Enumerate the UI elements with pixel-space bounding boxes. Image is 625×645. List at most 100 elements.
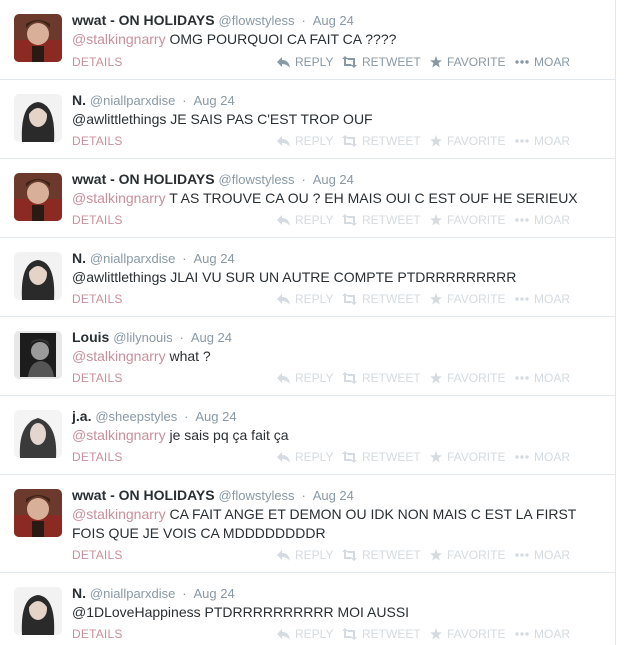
retweet-button[interactable]: RETWEET: [342, 212, 421, 228]
tweet-text: @stalkingnarry OMG POURQUOI CA FAIT CA ?…: [72, 30, 592, 49]
tweet-item[interactable]: wwat - ON HOLIDAYS @flowstyless · Aug 24…: [0, 475, 615, 573]
details-link[interactable]: DETAILS: [72, 370, 123, 386]
retweet-button[interactable]: RETWEET: [342, 54, 421, 70]
retweet-icon: [342, 372, 357, 384]
timestamp[interactable]: Aug 24: [313, 488, 354, 503]
avatar[interactable]: [14, 410, 62, 458]
fullname[interactable]: j.a.: [72, 408, 91, 424]
username[interactable]: @niallparxdise: [90, 93, 175, 108]
mention-link[interactable]: @stalkingnarry: [72, 31, 166, 47]
favorite-button[interactable]: FAVORITE: [430, 54, 505, 70]
reply-button[interactable]: REPLY: [277, 370, 333, 386]
username[interactable]: @niallparxdise: [90, 251, 175, 266]
star-icon: [430, 549, 442, 561]
details-link[interactable]: DETAILS: [72, 547, 123, 563]
username[interactable]: @lilynouis: [113, 330, 172, 345]
timestamp[interactable]: Aug 24: [193, 251, 234, 266]
avatar[interactable]: [14, 587, 62, 635]
reply-button[interactable]: REPLY: [277, 449, 333, 465]
tweet-item[interactable]: wwat - ON HOLIDAYS @flowstyless · Aug 24…: [0, 159, 615, 238]
avatar[interactable]: [14, 94, 62, 142]
favorite-button[interactable]: FAVORITE: [430, 626, 505, 642]
tweet-item[interactable]: N. @niallparxdise · Aug 24 @awlittlethin…: [0, 80, 615, 159]
reply-button[interactable]: REPLY: [277, 54, 333, 70]
favorite-button[interactable]: FAVORITE: [430, 370, 505, 386]
tweet-item[interactable]: N. @niallparxdise · Aug 24 @1DLoveHappin…: [0, 573, 615, 645]
retweet-label: RETWEET: [362, 450, 421, 464]
mention-link[interactable]: @stalkingnarry: [72, 190, 166, 206]
tweet-actions: DETAILS REPLY RETWEET FAVORITE MOAR: [72, 54, 602, 70]
tweet-item[interactable]: j.a. @sheepstyles · Aug 24 @stalkingnarr…: [0, 396, 615, 475]
avatar[interactable]: [14, 331, 62, 379]
tweet-item[interactable]: wwat - ON HOLIDAYS @flowstyless · Aug 24…: [0, 0, 615, 80]
reply-button[interactable]: REPLY: [277, 547, 333, 563]
more-button[interactable]: MOAR: [515, 291, 570, 307]
retweet-button[interactable]: RETWEET: [342, 291, 421, 307]
avatar[interactable]: [14, 252, 62, 300]
mention-link[interactable]: @stalkingnarry: [72, 348, 166, 364]
more-dots-icon: [515, 376, 529, 380]
fullname[interactable]: Louis: [72, 329, 109, 345]
details-link[interactable]: DETAILS: [72, 449, 123, 465]
details-link[interactable]: DETAILS: [72, 212, 123, 228]
timestamp[interactable]: Aug 24: [193, 93, 234, 108]
more-button[interactable]: MOAR: [515, 370, 570, 386]
mention-link[interactable]: @stalkingnarry: [72, 427, 166, 443]
reply-icon: [277, 136, 290, 147]
avatar[interactable]: [14, 489, 62, 537]
favorite-label: FAVORITE: [447, 371, 506, 385]
tweet-text: @1DLoveHappiness PTDRRRRRRRRRR MOI AUSSI: [72, 603, 592, 622]
username[interactable]: @flowstyless: [219, 172, 295, 187]
timestamp[interactable]: Aug 24: [193, 586, 234, 601]
timestamp[interactable]: Aug 24: [313, 172, 354, 187]
favorite-button[interactable]: FAVORITE: [430, 547, 505, 563]
username[interactable]: @niallparxdise: [90, 586, 175, 601]
tweet-item[interactable]: Louis @lilynouis · Aug 24 @stalkingnarry…: [0, 317, 615, 396]
timestamp[interactable]: Aug 24: [313, 13, 354, 28]
retweet-button[interactable]: RETWEET: [342, 449, 421, 465]
more-button[interactable]: MOAR: [515, 449, 570, 465]
retweet-button[interactable]: RETWEET: [342, 547, 421, 563]
timestamp[interactable]: Aug 24: [195, 409, 236, 424]
tweet-actions: DETAILS REPLY RETWEET FAVORITE MOAR: [72, 547, 602, 563]
reply-button[interactable]: REPLY: [277, 291, 333, 307]
fullname[interactable]: N.: [72, 250, 86, 266]
reply-label: REPLY: [295, 627, 334, 641]
more-button[interactable]: MOAR: [515, 212, 570, 228]
timestamp[interactable]: Aug 24: [191, 330, 232, 345]
mention-link[interactable]: @stalkingnarry: [72, 506, 166, 522]
more-button[interactable]: MOAR: [515, 626, 570, 642]
reply-button[interactable]: REPLY: [277, 626, 333, 642]
avatar[interactable]: [14, 14, 62, 62]
username[interactable]: @sheepstyles: [95, 409, 177, 424]
details-link[interactable]: DETAILS: [72, 626, 123, 642]
reply-icon: [277, 629, 290, 640]
username[interactable]: @flowstyless: [219, 488, 295, 503]
more-button[interactable]: MOAR: [515, 133, 570, 149]
fullname[interactable]: N.: [72, 92, 86, 108]
fullname[interactable]: wwat - ON HOLIDAYS: [72, 12, 215, 28]
avatar[interactable]: [14, 173, 62, 221]
more-label: MOAR: [534, 548, 570, 562]
favorite-button[interactable]: FAVORITE: [430, 133, 505, 149]
details-link[interactable]: DETAILS: [72, 133, 123, 149]
username[interactable]: @flowstyless: [219, 13, 295, 28]
fullname[interactable]: N.: [72, 585, 86, 601]
details-link[interactable]: DETAILS: [72, 54, 123, 70]
reply-label: REPLY: [295, 213, 334, 227]
details-link[interactable]: DETAILS: [72, 291, 123, 307]
fullname[interactable]: wwat - ON HOLIDAYS: [72, 487, 215, 503]
retweet-button[interactable]: RETWEET: [342, 370, 421, 386]
reply-button[interactable]: REPLY: [277, 133, 333, 149]
fullname[interactable]: wwat - ON HOLIDAYS: [72, 171, 215, 187]
retweet-button[interactable]: RETWEET: [342, 626, 421, 642]
more-button[interactable]: MOAR: [515, 547, 570, 563]
favorite-button[interactable]: FAVORITE: [430, 212, 505, 228]
tweet-item[interactable]: N. @niallparxdise · Aug 24 @awlittlethin…: [0, 238, 615, 317]
favorite-button[interactable]: FAVORITE: [430, 449, 505, 465]
reply-label: REPLY: [295, 292, 334, 306]
favorite-button[interactable]: FAVORITE: [430, 291, 505, 307]
retweet-button[interactable]: RETWEET: [342, 133, 421, 149]
reply-button[interactable]: REPLY: [277, 212, 333, 228]
more-button[interactable]: MOAR: [515, 54, 570, 70]
